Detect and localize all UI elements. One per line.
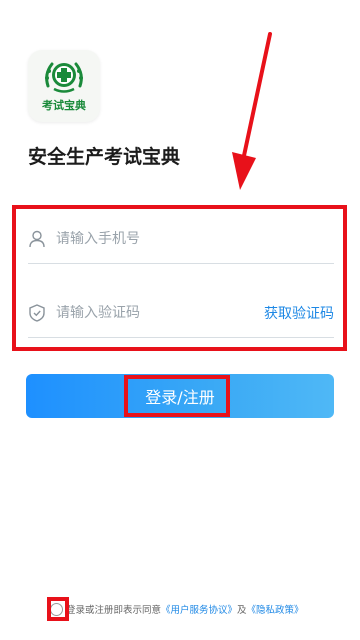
user-icon <box>28 230 46 248</box>
user-agreement-link[interactable]: 《用户服务协议》 <box>161 602 237 616</box>
privacy-policy-link[interactable]: 《隐私政策》 <box>247 602 304 616</box>
logo-text: 考试宝典 <box>42 99 86 112</box>
annotation-arrow <box>232 32 272 190</box>
login-register-button[interactable]: 登录/注册 <box>26 374 334 418</box>
app-logo: 考试宝典 <box>28 50 100 122</box>
app-title: 安全生产考试宝典 <box>28 146 181 168</box>
logo-emblem-icon <box>45 62 83 93</box>
verification-code-input[interactable] <box>56 304 264 321</box>
login-screen: 考试宝典 安全生产考试宝典 获取验证码 登录/注册 登录或注册即表示同意 《用户… <box>0 0 360 640</box>
shield-icon <box>28 303 46 322</box>
agreement-prefix: 登录或注册即表示同意 <box>66 605 162 616</box>
get-code-button[interactable]: 获取验证码 <box>264 303 334 323</box>
phone-field <box>28 214 334 264</box>
agreement-checkbox[interactable] <box>50 602 63 616</box>
phone-input[interactable] <box>56 230 334 247</box>
agreement-conjunction: 及 <box>237 605 247 616</box>
agreement-line: 登录或注册即表示同意 《用户服务协议》 及 《隐私政策》 <box>50 602 350 616</box>
code-field: 获取验证码 <box>28 288 334 338</box>
